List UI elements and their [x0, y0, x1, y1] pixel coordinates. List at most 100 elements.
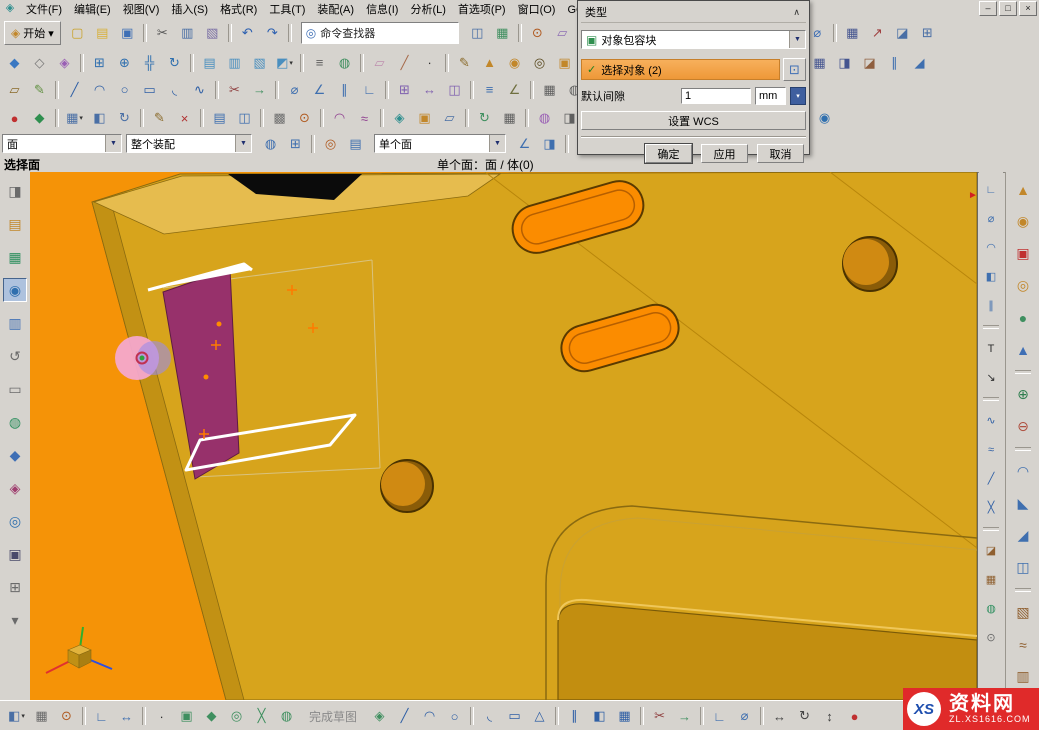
close-button-icon[interactable]: × [1019, 1, 1037, 16]
parallel-constraint-icon[interactable]: ∥ [333, 78, 356, 101]
right-view-icon[interactable]: ▧ [248, 51, 271, 74]
grid-display-icon[interactable]: ▩ [268, 107, 291, 130]
dimension-quick-icon[interactable]: ⌀ [981, 208, 1002, 229]
circle-tool-icon[interactable]: ○ [113, 78, 136, 101]
curve-line-icon[interactable]: ╱ [393, 705, 416, 728]
point-tool-icon[interactable]: ∙ [418, 51, 441, 74]
revolve-quick-icon[interactable]: ◉ [1011, 209, 1036, 234]
start-menu-button[interactable]: ◈ 开始 ▾ [4, 21, 61, 45]
analysis-deviation-icon[interactable]: ≈ [353, 107, 376, 130]
cut-icon[interactable]: ✂ [151, 22, 174, 45]
direct-sketch-icon[interactable]: ✎ [28, 78, 51, 101]
update-display-icon[interactable]: ↻ [113, 107, 136, 130]
mid-snap-icon[interactable]: ◆ [200, 705, 223, 728]
section-view-icon[interactable]: ◧ [88, 107, 111, 130]
part-navigator-tab-icon[interactable]: ◨ [3, 179, 27, 203]
fillet-sketch-icon[interactable]: ◟ [478, 705, 501, 728]
curve-arc-icon[interactable]: ◠ [418, 705, 441, 728]
project-curve-icon[interactable]: ╱ [981, 468, 1002, 489]
rectangle-tool-icon[interactable]: ▭ [138, 78, 161, 101]
face-rule-options-icon[interactable]: ◨ [538, 133, 561, 155]
chevron-down-icon[interactable]: ▼ [105, 135, 121, 152]
visualization-tab-icon[interactable]: ◈ [3, 476, 27, 500]
extrude-quick-icon[interactable]: ▲ [1011, 177, 1036, 202]
menu-item[interactable]: 分析(L) [404, 0, 451, 18]
end-snap-icon[interactable]: ▣ [175, 705, 198, 728]
revolve-tool-icon[interactable]: ◉ [503, 51, 526, 74]
zoom-view-icon[interactable]: ⊕ [113, 51, 136, 74]
menu-item[interactable]: 视图(V) [117, 0, 166, 18]
pattern-sketch-icon[interactable]: ▦ [613, 705, 636, 728]
palette-tab-icon[interactable]: ◍ [3, 410, 27, 434]
surface-tool-icon[interactable]: ◪ [981, 540, 1002, 561]
general-selection-icon[interactable]: ⊞ [284, 133, 307, 155]
isometric-view-icon[interactable]: ◩▾ [273, 51, 296, 74]
fit-view-icon[interactable]: ⊞ [88, 51, 111, 74]
intersect-curve-icon[interactable]: ╳ [981, 497, 1002, 518]
hd3d-tool-icon[interactable]: ◉ [813, 107, 836, 130]
snap-point-icon[interactable]: ⊙ [526, 22, 549, 45]
assembly-navigator-icon[interactable]: ◫ [233, 107, 256, 130]
point-snap-icon[interactable]: ∙ [150, 705, 173, 728]
intersect-snap-icon[interactable]: ╳ [250, 705, 273, 728]
set-wcs-button[interactable]: 设置 WCS [581, 111, 806, 130]
reuse-library-tab-icon[interactable]: ▥ [3, 311, 27, 335]
drafting-app-icon[interactable]: ▱ [438, 107, 461, 130]
menu-item[interactable]: 窗口(O) [512, 0, 562, 18]
cancel-button[interactable]: 取消 [757, 144, 804, 163]
trim-sketch-icon[interactable]: ✂ [648, 705, 671, 728]
part-navigator-icon[interactable]: ▤ [208, 107, 231, 130]
sketch-task-icon[interactable]: ✎ [453, 51, 476, 74]
auto-dimension-icon[interactable]: ◠ [981, 237, 1002, 258]
measure-distance-icon[interactable]: ≡ [478, 78, 501, 101]
highlight-toggle-icon[interactable]: ◎ [319, 133, 342, 155]
block-quick-icon[interactable]: ▣ [1011, 241, 1036, 266]
view-orient-icon[interactable]: ◪ [891, 22, 914, 45]
blend-quick-icon[interactable]: ◠ [1011, 459, 1036, 484]
analysis-curvature-icon[interactable]: ◠ [328, 107, 351, 130]
snap-angle-icon[interactable]: ∠ [513, 133, 536, 155]
text-note-icon[interactable]: T [981, 338, 1002, 359]
offset-curve-icon[interactable]: ≈ [981, 439, 1002, 460]
quick-extend-icon[interactable]: → [248, 78, 271, 101]
gateway-app-icon[interactable]: ◈ [388, 107, 411, 130]
leader-note-icon[interactable]: ↘ [981, 367, 1002, 388]
snap-toggle-icon[interactable]: ⊙ [55, 705, 78, 728]
scope-filter-combo[interactable]: 整个装配 ▼ [126, 134, 252, 153]
browser-tab-icon[interactable]: ◎ [3, 509, 27, 533]
assembly-move-icon[interactable]: ↔ [418, 78, 441, 101]
select-object-button[interactable]: ⊡ [783, 58, 806, 81]
mirror-feature-icon[interactable]: ◨ [833, 51, 856, 74]
stop-sim-icon[interactable]: ● [3, 107, 26, 130]
draft-tool-icon[interactable]: ◢ [908, 51, 931, 74]
perpendicular-constraint-icon[interactable]: ∟ [358, 78, 381, 101]
line-tool-icon[interactable]: ╱ [63, 78, 86, 101]
sketch-constraint-icon[interactable]: ∟ [981, 179, 1002, 200]
measure-angle-icon[interactable]: ∠ [503, 78, 526, 101]
collapse-group-button[interactable]: ∧ [791, 7, 802, 18]
chevron-down-icon[interactable]: ▼ [789, 31, 805, 48]
create-sketch-icon[interactable]: ▱ [3, 78, 26, 101]
angle-dimension-icon[interactable]: ∠ [308, 78, 331, 101]
hole-feature-2[interactable] [381, 460, 433, 512]
type-filter-combo[interactable]: 面 ▼ [2, 134, 122, 153]
center-snap-icon[interactable]: ◎ [225, 705, 248, 728]
pattern-feature-icon[interactable]: ▦ [808, 51, 831, 74]
full-screen-icon[interactable]: ⊞ [916, 22, 939, 45]
move-sketch-icon[interactable]: ↔ [768, 705, 791, 728]
scale-sketch-icon[interactable]: ↕ [818, 705, 841, 728]
assembly-constrain-icon[interactable]: ◫ [443, 78, 466, 101]
snap-settings-icon[interactable]: ⊙ [293, 107, 316, 130]
rotate-view-icon[interactable]: ↻ [163, 51, 186, 74]
redo-icon[interactable]: ↷ [261, 22, 284, 45]
named-views-icon[interactable]: ▦▾ [63, 107, 86, 130]
view-manager-icon[interactable]: ▦ [491, 22, 514, 45]
clearance-unit-combo[interactable]: mm [755, 87, 786, 105]
studio-view-icon[interactable]: ◈ [53, 51, 76, 74]
menu-item[interactable]: 编辑(E) [68, 0, 117, 18]
menu-item[interactable]: 信息(I) [360, 0, 404, 18]
rotate-sketch-icon[interactable]: ↻ [793, 705, 816, 728]
select-object-row[interactable]: ✓ 选择对象 (2) [581, 59, 780, 80]
finish-sketch-label[interactable]: 完成草图 [309, 708, 357, 725]
thicken-quick-icon[interactable]: ▥ [1011, 664, 1036, 689]
